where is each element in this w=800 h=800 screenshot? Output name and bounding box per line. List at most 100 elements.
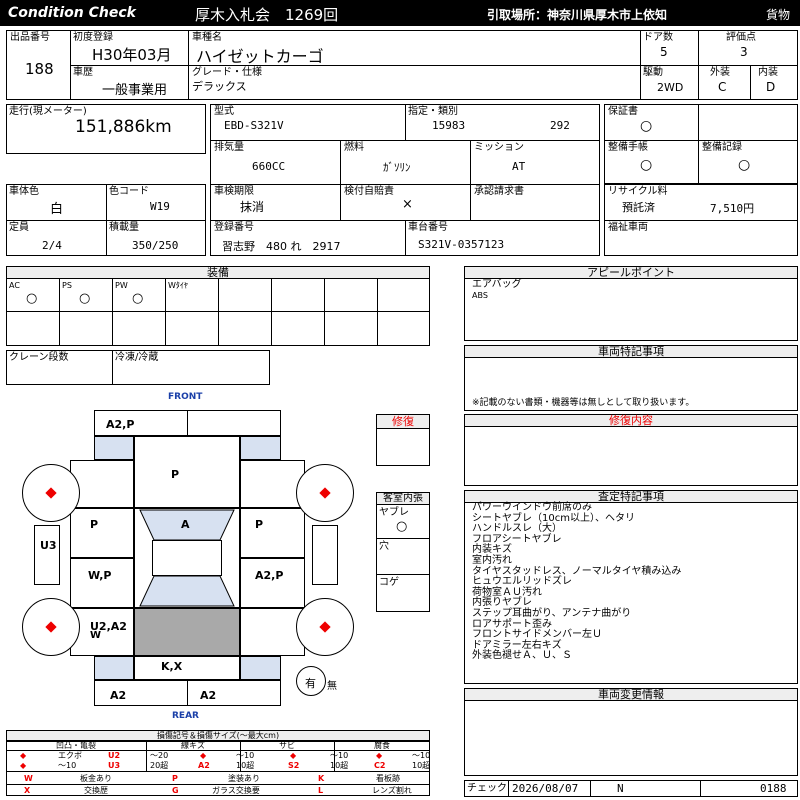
color-code-label: 色コード	[109, 186, 149, 197]
vehicle-name: ハイゼットカーゴ	[196, 47, 324, 66]
inspection-note: 室内汚れ	[472, 554, 512, 566]
equip-ps-mark: ○	[79, 291, 91, 306]
legend-r2-c7: 10超	[330, 761, 349, 770]
legend-r1-c9: 〜10	[412, 751, 431, 760]
equip-ac-mark: ○	[26, 291, 38, 306]
label-left-side: U3	[40, 539, 57, 552]
interior-burn-label: コゲ	[379, 577, 399, 588]
label-left-rear-door: W,P	[88, 569, 112, 582]
legend-r1-c4: ◆	[200, 751, 207, 760]
panel-right-front-outer	[240, 460, 305, 508]
chassis-number: S321V-0357123	[418, 238, 505, 251]
plate-number: 習志野 480 れ 2917	[222, 240, 341, 253]
inspection-note: ステップ耳曲がり、アンテナ曲がり	[472, 607, 632, 619]
vehicle-history: 一般事業用	[102, 83, 168, 98]
legend-text-x: 交換歴	[84, 786, 108, 795]
change-info-title: 車両変更情報	[465, 689, 797, 701]
legend-r2-c8: C2	[374, 761, 386, 770]
first-registration: H30年03月	[92, 46, 172, 64]
appeal-line-1: エアバッグ	[472, 279, 522, 290]
equip-wtire-label: Wﾀｲﾔ	[168, 281, 188, 290]
panel-left-front-outer	[70, 460, 134, 508]
capacity-label: 定員	[9, 222, 29, 233]
recycle-fee: 7,510円	[710, 202, 755, 215]
legend-r1-c1: エクボ	[58, 751, 82, 760]
label-roof: P	[171, 468, 180, 481]
name-label: 車種名	[192, 32, 222, 43]
label-left-front-door: P	[90, 518, 99, 531]
legend-r1-c0: ◆	[20, 751, 27, 760]
grade-label: グレード・仕様	[192, 67, 262, 78]
recycle-status: 預託済	[622, 201, 655, 214]
crane-label: クレーン段数	[9, 352, 69, 363]
check-date: 2026/08/07	[512, 782, 579, 795]
interior-tear-label: ヤブレ	[379, 507, 409, 518]
appeal-line-2: ABS	[472, 291, 488, 300]
legend-r1-c6: ◆	[290, 751, 297, 760]
panel-left-side	[34, 525, 60, 585]
rear-label: REAR	[172, 711, 199, 721]
legend-code-g: G	[172, 786, 179, 795]
legend-r2-c6: S2	[288, 761, 300, 770]
change-info-block	[464, 688, 798, 776]
panel-left-front-door	[70, 508, 134, 558]
inspection-label: 車検期限	[214, 186, 254, 197]
appeal-title: アピールポイント	[465, 267, 797, 279]
plate-label: 登録番号	[214, 222, 254, 233]
interior-title: 客室内張	[377, 493, 429, 505]
fuel: ｶﾞｿﾘﾝ	[383, 161, 411, 174]
legend-text-k: 看板跡	[376, 774, 400, 783]
exterior-grade: C	[718, 80, 727, 94]
panel-right-side	[312, 525, 338, 585]
mission-label: ミッション	[474, 142, 524, 153]
color-code: W19	[150, 200, 170, 213]
vehicle-category: 貨物	[766, 8, 791, 22]
model-code: EBD-S321V	[224, 119, 284, 132]
legend-r1-c3: 〜20	[150, 751, 169, 760]
equip-pw-mark: ○	[132, 291, 144, 306]
repair-content-title: 修復内容	[465, 415, 797, 427]
maint-record-mark: ○	[738, 157, 751, 173]
pickup-location: 引取場所：神奈川県厚木市上依知	[487, 8, 668, 22]
panel-rear-bumper-left	[94, 680, 188, 706]
payload: 350/250	[132, 239, 179, 252]
maint-manual-mark: ○	[640, 157, 653, 173]
recycle-label: リサイクル料	[608, 186, 668, 197]
spare-yes: 有	[305, 677, 316, 690]
repair-label: 修復	[377, 415, 429, 429]
label-right-front-door: P	[255, 518, 264, 531]
legend-r2-c1: 〜10	[58, 761, 77, 770]
label-right-rear-door: A2,P	[255, 569, 284, 582]
equip-ps-label: PS	[62, 281, 72, 290]
panel-hood-right	[187, 410, 281, 436]
special-notes-disclaimer: ※記載のない書類・機器等は無しとして取り扱います。	[472, 398, 695, 408]
panel-left-rear-door	[70, 558, 134, 608]
score-label: 評価点	[726, 32, 756, 43]
history-label: 車歴	[73, 67, 93, 78]
legend-r2-c2: U3	[108, 761, 121, 770]
interior-hole-label: 穴	[379, 541, 389, 552]
interior-grade: D	[766, 80, 776, 94]
inspection-note: パワーウインドウ前席のみ	[472, 502, 592, 513]
legend-r2-c9: 10超	[412, 761, 431, 770]
legend-code-l: L	[318, 786, 324, 795]
legend-r1-c7: 〜10	[330, 751, 349, 760]
auction-title: 厚木入札会 1269回	[195, 6, 339, 24]
panel-right-front-door	[240, 508, 305, 558]
panel-roof	[134, 436, 240, 508]
lot-label: 出品番号	[10, 32, 50, 43]
equipment-title: 装備	[7, 267, 429, 279]
legend-r1-c2: U2	[108, 751, 121, 760]
interior-tear-mark: ○	[396, 519, 408, 534]
insurance-label: 検付自賠責	[344, 186, 394, 197]
model-label: 型式	[214, 106, 234, 117]
legend-code-k: K	[318, 774, 325, 783]
label-windshield: A	[181, 518, 190, 531]
legend-code-w: W	[24, 774, 33, 783]
warranty-label: 保証書	[608, 106, 638, 117]
designation-label: 指定・類別	[408, 106, 458, 117]
brand-title: Condition Check	[8, 5, 136, 21]
doors-label: ドア数	[643, 32, 673, 43]
door-count: 5	[660, 45, 668, 59]
drive-type: 2WD	[657, 81, 684, 94]
